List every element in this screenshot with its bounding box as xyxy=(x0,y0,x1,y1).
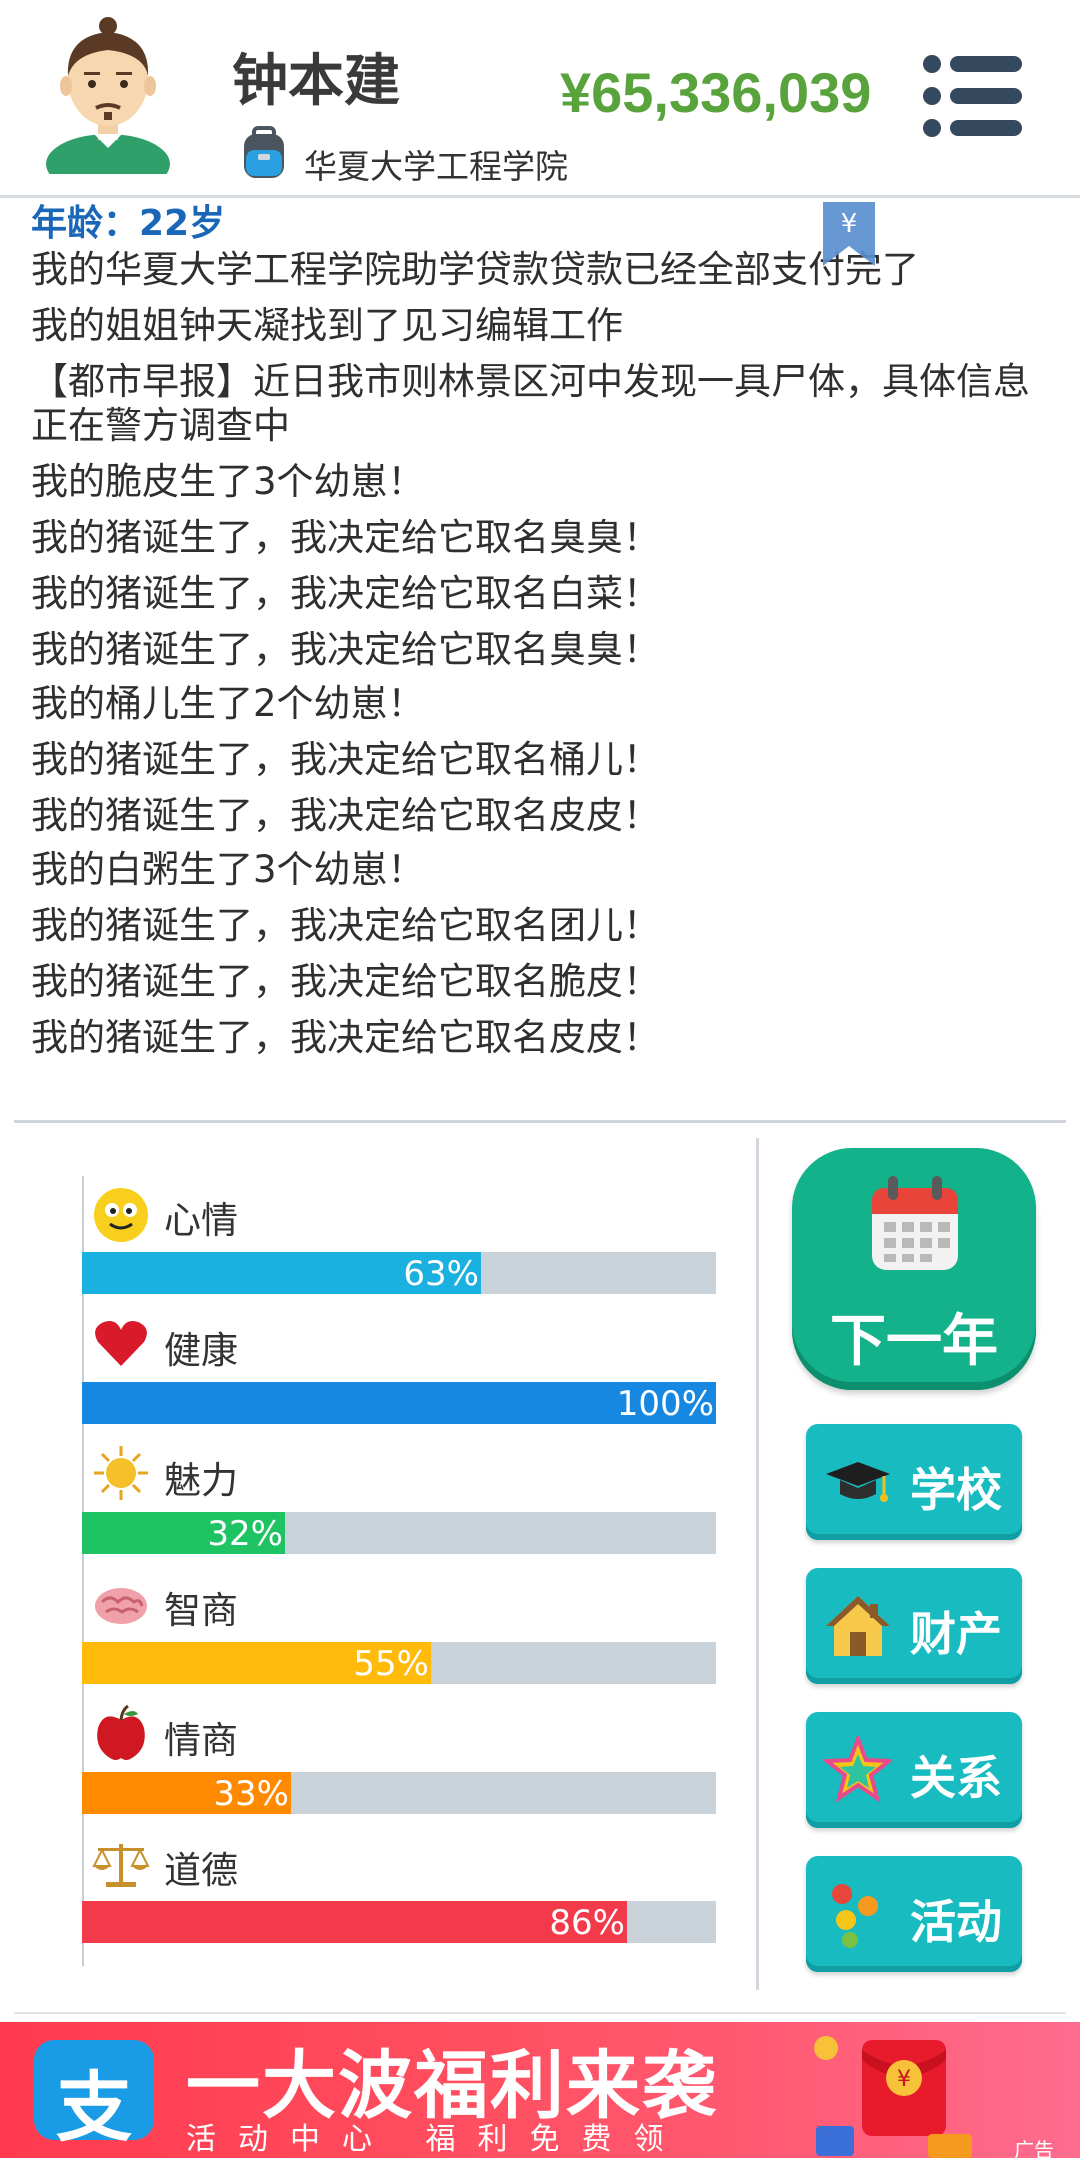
ad-label: 广告 xyxy=(1014,2138,1054,2158)
log-line: 我的姐姐钟天凝找到了见习编辑工作 xyxy=(31,304,623,347)
money-balance: ¥65,336,039 xyxy=(560,61,872,124)
stat-bar-fill: 33% xyxy=(82,1772,291,1814)
stat-value: 33% xyxy=(213,1774,289,1814)
backpack-icon xyxy=(244,126,284,178)
stat-label: 心情 xyxy=(164,1199,238,1242)
log-line: 我的猪诞生了，我决定给它取名桶儿！ xyxy=(31,738,660,781)
red-envelope-icon: ¥ xyxy=(814,2036,972,2158)
avatar[interactable] xyxy=(44,14,172,174)
menu-icon[interactable] xyxy=(922,54,1024,138)
stat-bar-track: 63% xyxy=(82,1252,716,1294)
event-log[interactable]: 年龄：22岁 我的华夏大学工程学院助学贷款贷款已经全部支付完了 我的姐姐钟天凝找… xyxy=(0,198,1080,1120)
stat-label: 道德 xyxy=(164,1849,238,1892)
stat-label: 魅力 xyxy=(164,1459,238,1502)
property-button[interactable]: 财产 xyxy=(806,1568,1022,1684)
stat-label: 健康 xyxy=(164,1329,238,1372)
bookmark-icon[interactable]: ¥ xyxy=(823,202,875,266)
school-name: 华夏大学工程学院 xyxy=(304,147,568,186)
school-button[interactable]: 学校 xyxy=(806,1424,1022,1540)
log-line: 我的猪诞生了，我决定给它取名团儿！ xyxy=(31,904,660,947)
log-line: 我的猪诞生了，我决定给它取名臭臭！ xyxy=(31,516,660,559)
brain-icon xyxy=(92,1576,150,1634)
log-line: 我的猪诞生了，我决定给它取名皮皮！ xyxy=(31,794,660,837)
stat-bar-track: 100% xyxy=(82,1382,716,1424)
stat-value: 63% xyxy=(403,1254,479,1294)
log-line: 我的白粥生了3个幼崽！ xyxy=(31,848,425,891)
log-line: 我的猪诞生了，我决定给它取名脆皮！ xyxy=(31,960,660,1003)
stat-bar-fill: 63% xyxy=(82,1252,481,1294)
stat-bar-fill: 100% xyxy=(82,1382,716,1424)
calendar-icon xyxy=(872,1176,958,1270)
stat-value: 32% xyxy=(207,1514,283,1554)
next-year-button[interactable]: 下一年 xyxy=(792,1148,1036,1390)
log-line: 我的脆皮生了3个幼崽！ xyxy=(31,460,425,503)
stat-value: 55% xyxy=(353,1644,429,1684)
log-line: 【都市早报】近日我市则林景区河中发现一具尸体，具体信息正在警方调查中 xyxy=(31,360,1030,447)
log-line: 我的华夏大学工程学院助学贷款贷款已经全部支付完了 xyxy=(31,248,919,291)
apple-icon xyxy=(92,1704,150,1762)
stat-bar-fill: 55% xyxy=(82,1642,431,1684)
vertical-divider xyxy=(756,1138,759,1990)
next-year-label: 下一年 xyxy=(830,1309,998,1374)
relations-label: 关系 xyxy=(910,1751,1002,1805)
stat-value: 100% xyxy=(616,1384,714,1424)
log-line: 我的猪诞生了，我决定给它取名臭臭！ xyxy=(31,628,660,671)
stat-bar-track: 55% xyxy=(82,1642,716,1684)
alipay-logo-char: 支 xyxy=(56,2063,132,2152)
stat-value: 86% xyxy=(549,1903,625,1943)
alipay-logo: 支 xyxy=(34,2040,154,2152)
stat-bar-fill: 86% xyxy=(82,1901,627,1943)
stat-label: 智商 xyxy=(164,1589,238,1632)
stat-bar-track: 86% xyxy=(82,1901,716,1943)
stat-label: 情商 xyxy=(164,1719,238,1762)
sun-icon xyxy=(92,1444,150,1502)
graduation-cap-icon xyxy=(826,1462,890,1502)
ad-subtitle: 活动中心 福利免费领 xyxy=(186,2122,686,2157)
smiley-icon xyxy=(92,1186,150,1244)
stat-bar-track: 32% xyxy=(82,1512,716,1554)
divider xyxy=(14,2012,1066,2014)
heart-icon xyxy=(92,1314,150,1372)
log-line: 我的桶儿生了2个幼崽！ xyxy=(31,682,425,725)
log-line: 我的猪诞生了，我决定给它取名白菜！ xyxy=(31,572,660,615)
scales-icon xyxy=(92,1836,150,1894)
bookmark-symbol: ¥ xyxy=(841,209,858,239)
divider xyxy=(14,1120,1066,1123)
school-label: 学校 xyxy=(910,1463,1002,1517)
property-label: 财产 xyxy=(910,1607,1002,1661)
stat-bar-track: 33% xyxy=(82,1772,716,1814)
top-bar: 钟本建 华夏大学工程学院 ¥65,336,039 xyxy=(0,0,1080,198)
ad-banner[interactable]: 支 一大波福利来袭 活动中心 福利免费领 ¥ 广告 xyxy=(0,2022,1080,2158)
stat-bar-fill: 32% xyxy=(82,1512,285,1554)
house-icon xyxy=(826,1596,890,1656)
stats-axis-line xyxy=(82,1176,84,1966)
relations-button[interactable]: 关系 xyxy=(806,1712,1022,1828)
player-name: 钟本建 xyxy=(232,49,400,114)
activities-button[interactable]: 活动 xyxy=(806,1856,1022,1972)
activities-icon xyxy=(832,1884,878,1948)
star-icon xyxy=(824,1736,892,1803)
age-line: 年龄：22岁 xyxy=(31,203,226,244)
log-line: 我的猪诞生了，我决定给它取名皮皮！ xyxy=(31,1016,660,1059)
activities-label: 活动 xyxy=(910,1895,1002,1949)
coin-symbol: ¥ xyxy=(897,2067,911,2092)
